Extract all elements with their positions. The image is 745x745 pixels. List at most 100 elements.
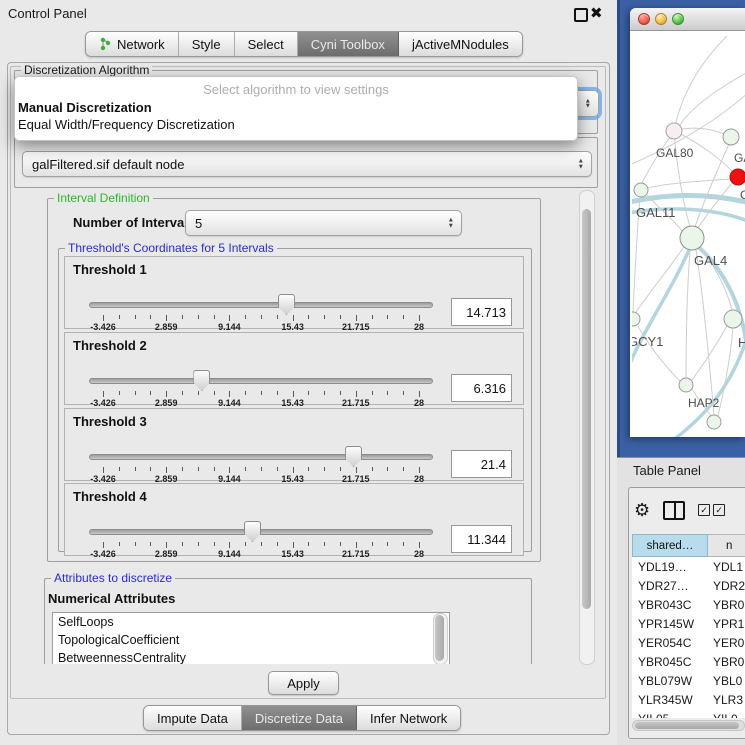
slider-tick [372, 391, 373, 395]
gear-icon[interactable]: ⚙ [634, 501, 650, 519]
tab-infer-network[interactable]: Infer Network [357, 706, 460, 730]
slider-tick [182, 391, 183, 395]
slider-tick [372, 542, 373, 546]
network-node[interactable] [634, 183, 648, 197]
settings-scrollbar[interactable] [579, 190, 595, 665]
table-row[interactable]: YBR045CYBR0 [632, 652, 745, 671]
cell-shared-name: YDR27… [632, 579, 708, 593]
network-window-titlebar[interactable] [630, 8, 745, 31]
table-row[interactable]: YBL079WYBL0 [632, 671, 745, 690]
tab-impute-data[interactable]: Impute Data [144, 706, 242, 730]
table-data-combobox-value: galFiltered.sif default node [32, 157, 184, 172]
tab-jactivemnodules[interactable]: jActiveMNodules [399, 32, 522, 56]
numerical-attributes-list[interactable]: SelfLoopsTopologicalCoefficientBetweenne… [52, 612, 450, 664]
attribute-item[interactable]: TopologicalCoefficient [53, 631, 449, 649]
threshold-value-field[interactable]: 6.316 [451, 374, 512, 402]
screenshot-root: { "window": { "title": "Control Panel" }… [0, 0, 745, 745]
threshold-slider[interactable]: -3.4262.8599.14415.4321.71528 [89, 520, 433, 554]
table-horizontal-scrollbar-thumb[interactable] [635, 722, 739, 729]
table-row[interactable]: YLR345WYLR3 [632, 690, 745, 709]
network-node[interactable] [724, 310, 742, 328]
slider-thumb[interactable] [278, 294, 295, 315]
table-row[interactable]: YPR145WYPR1 [632, 614, 745, 633]
attributes-list-scrollbar[interactable] [433, 613, 448, 664]
slider-tick [324, 467, 325, 471]
tab-discretize-data[interactable]: Discretize Data [242, 706, 357, 730]
tab-network[interactable]: Network [86, 32, 179, 56]
network-node[interactable] [730, 169, 745, 185]
attribute-item[interactable]: BetweennessCentrality [53, 649, 449, 664]
tab-cyni-toolbox[interactable]: Cyni Toolbox [298, 32, 399, 56]
slider-tick [166, 391, 167, 397]
table-data-combobox[interactable]: galFiltered.sif default node ▲▼ [22, 151, 592, 177]
column-header-name[interactable]: n [708, 534, 745, 557]
float-window-button[interactable] [574, 8, 588, 22]
interval-definition-group-title: Interval Definition [54, 191, 153, 205]
slider-tick [293, 467, 294, 473]
slider-tick [182, 315, 183, 319]
table-row[interactable]: YBR043CYBR0 [632, 595, 745, 614]
slider-tick [245, 542, 246, 546]
slider-tick [340, 315, 341, 319]
threshold-label: Threshold 3 [73, 414, 147, 429]
table-panel-title: Table Panel [633, 463, 701, 478]
number-of-intervals-combobox[interactable]: 5 ▲▼ [185, 210, 462, 236]
popup-item-equal-width-frequency[interactable]: Equal Width/Frequency Discretization [15, 116, 577, 133]
discretization-algorithm-group-title: Discretization Algorithm [21, 63, 152, 77]
table-row[interactable]: YER054CYER0 [632, 633, 745, 652]
close-window-icon[interactable] [638, 13, 650, 25]
slider-tick [277, 315, 278, 319]
slider-tick [198, 467, 199, 471]
table-row[interactable]: YIL05…YIL0 [632, 709, 745, 718]
slider-tick [166, 315, 167, 321]
slider-tick [387, 467, 388, 471]
network-node[interactable] [666, 123, 682, 139]
columns-icon[interactable] [663, 501, 685, 520]
cell-shared-name: YIL05… [632, 712, 708, 719]
slider-thumb[interactable] [244, 521, 261, 542]
close-panel-button[interactable]: ✖ [590, 4, 603, 22]
network-node-label: GA [734, 151, 745, 165]
minimize-window-icon[interactable] [655, 13, 667, 25]
threshold-slider[interactable]: -3.4262.8599.14415.4321.71528 [89, 445, 433, 479]
network-node[interactable] [707, 415, 721, 429]
slider-tick [356, 391, 357, 397]
threshold-slider[interactable]: -3.4262.8599.14415.4321.71528 [89, 369, 433, 403]
network-canvas[interactable]: GAL80GACGAL11GAL4GCY1HHAP2 [632, 31, 745, 437]
network-node[interactable] [680, 226, 704, 250]
slider-tick [261, 391, 262, 395]
cell-name: YER0 [708, 636, 744, 650]
table-horizontal-scrollbar[interactable] [632, 720, 745, 731]
attribute-item[interactable]: SelfLoops [53, 613, 449, 631]
column-header-shared-name[interactable]: shared… [632, 534, 708, 557]
table-row[interactable]: YDL19…YDL1 [632, 557, 745, 576]
slider-tick [308, 542, 309, 546]
checkbox-icon[interactable]: ✓ [713, 504, 725, 516]
table-header-row: shared… n [632, 534, 745, 557]
threshold-slider[interactable]: -3.4262.8599.14415.4321.71528 [89, 293, 433, 327]
slider-tick [135, 542, 136, 546]
apply-button[interactable]: Apply [268, 671, 339, 695]
network-view-window[interactable]: GAL80GACGAL11GAL4GCY1HHAP2 [630, 8, 745, 437]
network-node[interactable] [723, 129, 739, 145]
tab-select[interactable]: Select [235, 32, 298, 56]
network-edge [682, 128, 724, 134]
slider-thumb[interactable] [193, 370, 210, 391]
slider-tick [150, 542, 151, 546]
network-node[interactable] [679, 378, 693, 392]
slider-tick [245, 467, 246, 471]
threshold-value-field[interactable]: 21.4 [451, 450, 512, 478]
slider-tick [356, 542, 357, 548]
attributes-list-scrollbar-thumb[interactable] [435, 615, 444, 661]
slider-thumb[interactable] [345, 446, 362, 467]
threshold-value-field[interactable]: 11.344 [451, 525, 512, 553]
network-node[interactable] [632, 312, 640, 326]
table-row[interactable]: YDR27…YDR2 [632, 576, 745, 595]
settings-scrollbar-thumb[interactable] [582, 209, 591, 609]
zoom-window-icon[interactable] [672, 13, 684, 25]
threshold-value-field[interactable]: 14.713 [451, 298, 512, 326]
checkbox-icon[interactable]: ✓ [698, 504, 710, 516]
network-edge [696, 250, 714, 415]
tab-style[interactable]: Style [179, 32, 235, 56]
popup-item-manual-discretization[interactable]: Manual Discretization [15, 99, 577, 116]
